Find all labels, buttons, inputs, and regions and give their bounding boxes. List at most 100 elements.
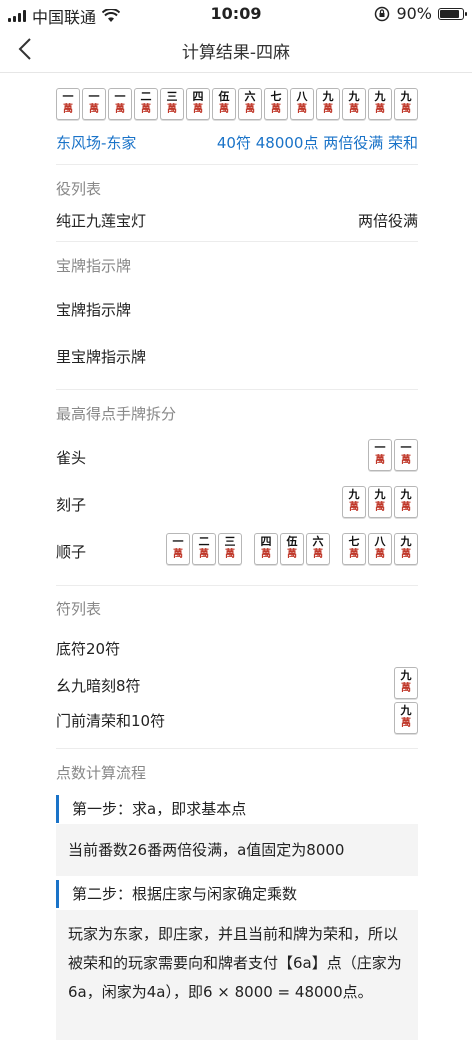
mahjong-tile: 伍萬 xyxy=(212,88,236,120)
mahjong-tile: 八萬 xyxy=(290,88,314,120)
hand-info: 东风场-东家 40符 48000点 两倍役满 荣和 xyxy=(56,132,418,153)
tile-number: 一 xyxy=(374,441,386,454)
mahjong-tile: 四萬 xyxy=(186,88,210,120)
tile-number: 九 xyxy=(322,90,334,103)
nav-bar: 计算结果-四麻 xyxy=(0,28,472,73)
mahjong-tile: 九萬 xyxy=(394,486,418,518)
status-bar: 中国联通 10:09 90% xyxy=(0,0,472,28)
tile-number: 七 xyxy=(270,90,282,103)
pair-row: 雀头 一萬一萬 xyxy=(56,439,418,471)
tile-suit: 萬 xyxy=(261,549,271,560)
mahjong-tile: 三萬 xyxy=(218,533,242,565)
triplet-label: 刻子 xyxy=(56,496,87,514)
tile-number: 七 xyxy=(348,535,360,548)
split-section-title: 最高得点手牌拆分 xyxy=(56,405,177,423)
dora-section-title: 宝牌指示牌 xyxy=(56,257,132,275)
status-right: 90% xyxy=(374,4,467,23)
tile-suit: 萬 xyxy=(173,549,183,560)
tile-suit: 萬 xyxy=(349,549,359,560)
mahjong-tile: 九萬 xyxy=(394,533,418,565)
mahjong-tile: 伍萬 xyxy=(280,533,304,565)
mahjong-tile: 九萬 xyxy=(342,486,366,518)
tile-number: 九 xyxy=(348,90,360,103)
mahjong-tile: 四萬 xyxy=(254,533,278,565)
mahjong-tile: 二萬 xyxy=(134,88,158,120)
triplet-row: 刻子 九萬九萬九萬 xyxy=(56,486,418,518)
mahjong-tile: 七萬 xyxy=(342,533,366,565)
tile-number: 九 xyxy=(348,488,360,501)
divider xyxy=(56,389,418,390)
fu-label: 幺九暗刻8符 xyxy=(56,677,141,695)
tile-suit: 萬 xyxy=(115,104,125,115)
mahjong-tile: 九萬 xyxy=(368,88,392,120)
tile-suit: 萬 xyxy=(401,104,411,115)
ura-dora-indicator-row: 里宝牌指示牌 xyxy=(56,346,418,367)
tile-suit: 萬 xyxy=(297,104,307,115)
tile-number: 九 xyxy=(374,488,386,501)
tile-suit: 萬 xyxy=(245,104,255,115)
divider xyxy=(56,585,418,586)
hand-tiles: 一萬一萬一萬二萬三萬四萬伍萬六萬七萬八萬九萬九萬九萬九萬 xyxy=(56,88,420,120)
triplet-tiles: 九萬九萬九萬 xyxy=(340,486,418,518)
fu-row: 门前清荣和10符 九萬 xyxy=(56,702,418,734)
tile-number: 二 xyxy=(140,90,152,103)
tile-suit: 萬 xyxy=(323,104,333,115)
calc-section-title: 点数计算流程 xyxy=(56,764,147,782)
tile-suit: 萬 xyxy=(219,104,229,115)
mahjong-tile: 九萬 xyxy=(368,486,392,518)
fu-section-title: 符列表 xyxy=(56,600,102,618)
mahjong-tile: 三萬 xyxy=(160,88,184,120)
mahjong-tile: 六萬 xyxy=(306,533,330,565)
tile-number: 九 xyxy=(400,488,412,501)
tile-number: 三 xyxy=(224,535,236,548)
tile-suit: 萬 xyxy=(167,104,177,115)
tile-suit: 萬 xyxy=(313,549,323,560)
tile-suit: 萬 xyxy=(375,455,385,466)
mahjong-tile: 一萬 xyxy=(56,88,80,120)
mahjong-tile: 九萬 xyxy=(394,702,418,734)
mahjong-tile: 一萬 xyxy=(108,88,132,120)
battery-icon xyxy=(438,7,467,20)
fu-label: 底符20符 xyxy=(56,640,121,658)
divider xyxy=(56,241,418,242)
tile-suit: 萬 xyxy=(401,718,411,729)
mahjong-tile: 八萬 xyxy=(368,533,392,565)
tile-number: 一 xyxy=(172,535,184,548)
divider xyxy=(56,164,418,165)
sequence-label: 顺子 xyxy=(56,543,87,561)
tile-number: 九 xyxy=(400,90,412,103)
pair-label: 雀头 xyxy=(56,449,87,467)
battery-percent: 90% xyxy=(396,4,432,23)
tile-suit: 萬 xyxy=(287,549,297,560)
tile-number: 八 xyxy=(296,90,308,103)
step-1-heading: 第一步：求a，即求基本点 xyxy=(56,795,418,823)
tile-suit: 萬 xyxy=(349,502,359,513)
fu-tile: 九萬 xyxy=(392,667,418,699)
yaku-value: 两倍役满 xyxy=(357,212,418,230)
tile-number: 六 xyxy=(312,535,324,548)
mahjong-tile: 九萬 xyxy=(316,88,340,120)
tile-suit: 萬 xyxy=(401,549,411,560)
yaku-section-title: 役列表 xyxy=(56,180,102,198)
mahjong-tile: 一萬 xyxy=(166,533,190,565)
tile-suit: 萬 xyxy=(375,502,385,513)
wind-label: 东风场-东家 xyxy=(56,134,137,152)
tile-suit: 萬 xyxy=(375,549,385,560)
mahjong-tile: 九萬 xyxy=(342,88,366,120)
orientation-lock-icon xyxy=(375,6,390,21)
tile-number: 四 xyxy=(192,90,204,103)
tile-suit: 萬 xyxy=(271,104,281,115)
tile-number: 四 xyxy=(260,535,272,548)
mahjong-tile: 一萬 xyxy=(394,439,418,471)
tile-number: 九 xyxy=(400,704,412,717)
tile-suit: 萬 xyxy=(401,502,411,513)
tile-number: 三 xyxy=(166,90,178,103)
mahjong-tile: 六萬 xyxy=(238,88,262,120)
divider xyxy=(56,748,418,749)
fu-row: 幺九暗刻8符 九萬 xyxy=(56,667,418,699)
tile-suit: 萬 xyxy=(199,549,209,560)
ura-dora-indicator-label: 里宝牌指示牌 xyxy=(56,348,147,366)
step-2-heading: 第二步：根据庄家与闲家确定乘数 xyxy=(56,880,418,908)
tile-suit: 萬 xyxy=(401,455,411,466)
tile-number: 二 xyxy=(198,535,210,548)
